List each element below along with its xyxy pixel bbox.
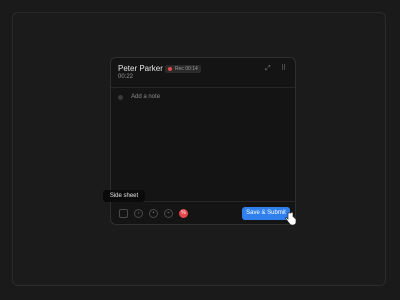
record-icon[interactable]: • [149,209,158,218]
timer: 00:22 [118,74,134,80]
stop-icon[interactable]: % [179,209,188,218]
note-bullet-icon [118,95,123,100]
user-name: Peter Parker [118,64,163,73]
side-sheet-tooltip: Side sheet [103,190,145,202]
save-submit-button[interactable]: Save & Submit [242,207,290,220]
note-input[interactable]: Add a note [131,94,160,100]
record-dot-icon [168,67,172,71]
header-divider [111,87,295,88]
recording-label: Rec 00:14 [175,66,198,72]
recording-badge: Rec 00:14 [165,65,201,73]
tag-icon[interactable]: ⌁ [164,209,173,218]
grid-menu-icon[interactable]: ⠿ [281,65,286,72]
mic-icon[interactable]: ♪ [134,209,143,218]
collapse-icon[interactable]: ⤢ [265,65,271,72]
side-sheet-icon[interactable] [119,209,128,218]
hand-cursor-icon [285,212,296,226]
